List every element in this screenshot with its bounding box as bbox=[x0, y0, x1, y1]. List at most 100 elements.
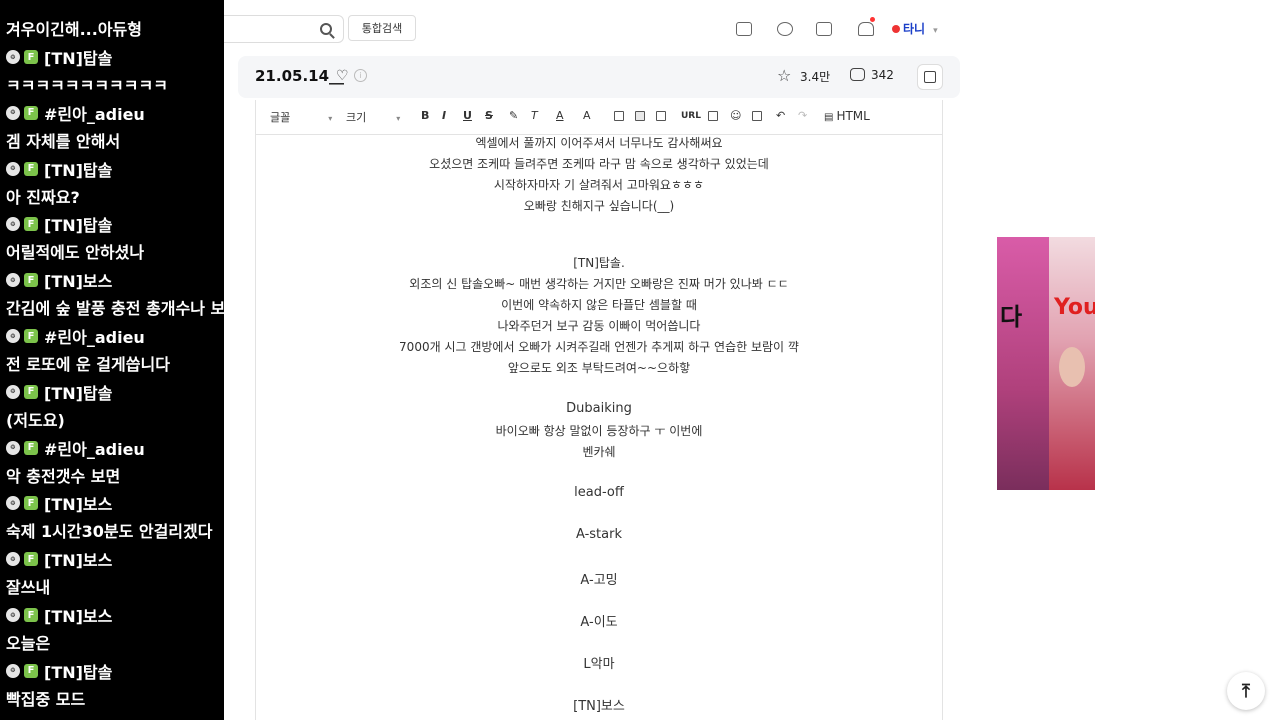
chat-username: #린아_adieu bbox=[44, 439, 145, 459]
content-line: [TN]탑솔. bbox=[573, 256, 625, 270]
align-right-icon[interactable] bbox=[656, 111, 666, 121]
brush-icon[interactable]: ✎ bbox=[509, 109, 518, 122]
chat-user[interactable]: ❂ F #린아_adieu bbox=[6, 437, 145, 459]
fan-badge-icon: ❂ bbox=[6, 608, 20, 622]
notification-dot bbox=[870, 17, 875, 22]
html-button[interactable]: ▤ HTML bbox=[824, 109, 870, 123]
chat-message: ❂ F [TN]보스잘쓰내 bbox=[6, 548, 112, 598]
chat-user[interactable]: ❂ F [TN]보스 bbox=[6, 548, 112, 570]
chat-message-text: 숙제 1시간30분도 안걸리겠다 bbox=[6, 522, 213, 542]
chat-user[interactable]: ❂ F [TN]탑솔 bbox=[6, 381, 112, 403]
editor[interactable]: 글꼴 ▾ 크기 ▾ B I U S ✎ T A A URL ☺ ↶ ↷ ▤ HTML … bbox=[255, 100, 943, 720]
chat-message-text: 빡집중 모드 bbox=[6, 689, 86, 709]
bookmark-icon[interactable] bbox=[736, 22, 752, 36]
scroll-top-button[interactable]: ⤒ bbox=[1227, 672, 1265, 710]
f-badge-icon: F bbox=[24, 273, 38, 288]
image-icon[interactable] bbox=[752, 111, 762, 121]
chat-message: ❂ F #린아_adieu 악 충전갯수 보면 bbox=[6, 437, 145, 487]
broadcast-icon[interactable] bbox=[816, 22, 832, 36]
content-line: 엑셀에서 풀까지 이어주셔서 너무나도 감사해써요 bbox=[475, 136, 723, 150]
content-line: A-이도 bbox=[580, 615, 618, 630]
chat-user[interactable]: ❂ F [TN]보스 bbox=[6, 604, 112, 626]
star-icon[interactable]: ☆ bbox=[777, 66, 791, 85]
chat-user[interactable]: ❂ F [TN]탑솔 bbox=[6, 213, 144, 235]
fan-badge-icon: ❂ bbox=[6, 663, 20, 678]
user-menu[interactable]: 타니 ▾ bbox=[892, 20, 938, 37]
underline-button[interactable]: U bbox=[463, 109, 472, 122]
chat-username: [TN]탑솔 bbox=[44, 160, 113, 180]
chat-username: [TN]보스 bbox=[44, 607, 113, 626]
font-select[interactable]: 글꼴 ▾ bbox=[270, 109, 332, 125]
chat-message-text: 잘쓰내 bbox=[6, 578, 51, 598]
user-name: 타니 bbox=[903, 22, 926, 36]
fan-badge-icon: ❂ bbox=[6, 217, 20, 232]
strike-button[interactable]: S bbox=[485, 109, 493, 122]
chevron-down-icon: ▾ bbox=[328, 114, 333, 123]
chat-message-text: ㅋㅋㅋㅋㅋㅋㅋㅋㅋㅋㅋ bbox=[6, 76, 168, 95]
chat-message-text: 오늘은 bbox=[6, 634, 51, 653]
url-button[interactable]: URL bbox=[681, 111, 701, 121]
chat-user[interactable]: ❂ F [TN]보스 bbox=[6, 492, 212, 514]
table-icon[interactable] bbox=[708, 111, 718, 121]
ad-banner[interactable]: 다 You bbox=[997, 237, 1095, 490]
chat-username: [TN]보스 bbox=[44, 551, 113, 571]
chat-user[interactable]: ❂ F [TN]탑솔 bbox=[6, 158, 112, 180]
bg-color-icon[interactable]: A bbox=[583, 109, 591, 122]
chat-message-text: 악 충전갯수 보면 bbox=[6, 466, 121, 486]
content-line: 이번에 약속하지 않은 타플단 셈블할 때 bbox=[501, 298, 697, 312]
chat-message-text: 겜 자체를 안해서 bbox=[6, 131, 121, 151]
chat-user[interactable]: ❂ F [TN]탑솔 bbox=[6, 46, 168, 68]
emoji-icon[interactable]: ☺ bbox=[730, 109, 741, 122]
f-badge-icon: F bbox=[24, 161, 38, 176]
chevron-down-icon: ▾ bbox=[933, 26, 938, 36]
chat-message-text: 겨우이긴해...아듀형 bbox=[6, 20, 142, 39]
chat-user[interactable]: ❂ F #린아_adieu bbox=[6, 102, 145, 124]
size-select[interactable]: 크기 ▾ bbox=[346, 109, 400, 125]
video-icon[interactable] bbox=[777, 22, 793, 36]
search-icon[interactable] bbox=[320, 23, 332, 35]
chat-user[interactable]: ❂ F #린아_adieu bbox=[6, 325, 170, 347]
content-line: 바이오빠 항상 말없이 등장하구 ㅜ 이번에 bbox=[495, 424, 703, 438]
font-color-icon[interactable]: A bbox=[556, 109, 564, 122]
fan-badge-icon: ❂ bbox=[6, 384, 20, 399]
content-line: 외조의 신 탑솔오빠~ 매번 생각하는 거지만 오빠랑은 진짜 머가 있나봐 ㄷ… bbox=[409, 277, 789, 291]
chat-message: ❂ F [TN]탑솔 어릴적에도 안하셨나 bbox=[6, 213, 144, 263]
editor-toolbar: 글꼴 ▾ 크기 ▾ B I U S ✎ T A A URL ☺ ↶ ↷ ▤ HTML bbox=[256, 100, 942, 135]
content-line: 앞으로도 외조 부탁드려여~~으하핳 bbox=[507, 361, 691, 375]
chat-username: #린아_adieu bbox=[44, 328, 145, 347]
content-line: Dubaiking bbox=[566, 401, 632, 416]
clear-format-icon[interactable]: T bbox=[531, 109, 538, 122]
f-badge-icon: F bbox=[24, 440, 38, 455]
chat-username: [TN]탑솔 bbox=[44, 662, 113, 682]
content-line: L악마 bbox=[583, 657, 615, 672]
italic-button[interactable]: I bbox=[442, 109, 446, 122]
align-left-icon[interactable] bbox=[614, 111, 624, 121]
f-badge-icon: F bbox=[24, 50, 38, 64]
chat-username: [TN]탑솔 bbox=[44, 383, 113, 403]
f-badge-icon: F bbox=[24, 496, 38, 511]
chat-message: ❂ F [TN]보스간김에 숲 발풍 충전 총개수나 보고와야겠다 bbox=[6, 269, 224, 319]
content-line: 오빠랑 친해지구 싶습니다(__) bbox=[523, 199, 675, 213]
chat-username: [TN]보스 bbox=[44, 272, 113, 292]
bold-button[interactable]: B bbox=[421, 109, 429, 122]
fan-badge-icon: ❂ bbox=[6, 496, 20, 511]
chat-message: ❂ F [TN]탑솔 ㅋㅋㅋㅋㅋㅋㅋㅋㅋㅋㅋ bbox=[6, 46, 168, 96]
chat-message: ❂ F [TN]탑솔 (저도요) bbox=[6, 381, 112, 431]
undo-icon[interactable]: ↶ bbox=[776, 109, 785, 122]
view-icon bbox=[850, 68, 865, 81]
redo-icon[interactable]: ↷ bbox=[798, 109, 807, 122]
chat-message: ❂ F [TN]보스 숙제 1시간30분도 안걸리겠다 bbox=[6, 492, 212, 542]
align-center-icon[interactable] bbox=[635, 111, 645, 121]
chat-panel: 겨우이긴해...아듀형 ❂ F [TN]탑솔 ㅋㅋㅋㅋㅋㅋㅋㅋㅋㅋㅋ ❂ F #린아_adi… bbox=[0, 0, 224, 720]
content-line: A-stark bbox=[575, 527, 622, 542]
info-icon[interactable]: i bbox=[354, 69, 367, 82]
chat-user[interactable]: ❂ F [TN]탑솔 bbox=[6, 660, 112, 682]
ad-text-left: 다 bbox=[1000, 303, 1023, 331]
heart-icon[interactable]: ♡ bbox=[336, 68, 349, 84]
edit-button[interactable] bbox=[917, 64, 943, 90]
bell-icon[interactable] bbox=[858, 22, 874, 36]
f-badge-icon: F bbox=[24, 384, 38, 399]
ad-image bbox=[1059, 347, 1085, 387]
chat-user[interactable]: ❂ F [TN]보스 bbox=[6, 269, 224, 291]
integrated-search-button[interactable]: 통합검색 bbox=[348, 15, 416, 41]
